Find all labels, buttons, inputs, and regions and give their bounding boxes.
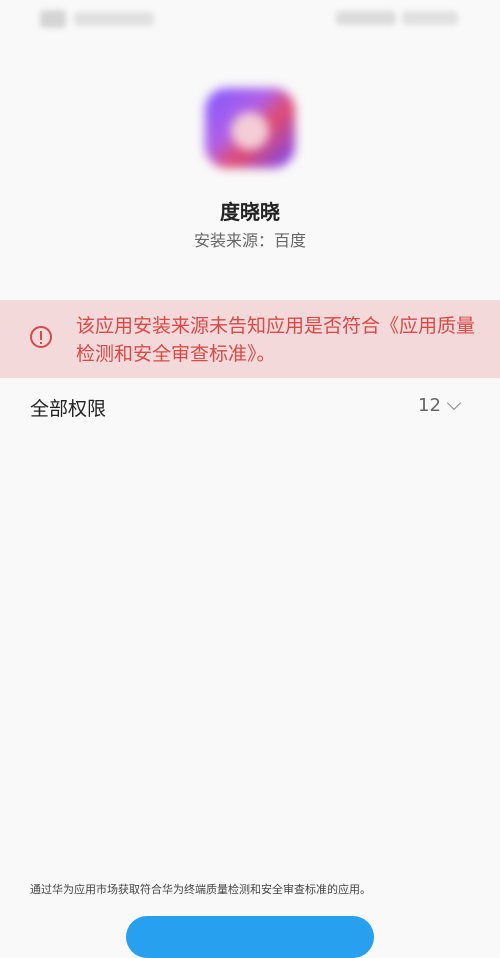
alert-circle-icon bbox=[30, 326, 52, 348]
footer-note: 通过华为应用市场获取符合华为终端质量检测和安全审查标准的应用。 bbox=[30, 883, 371, 896]
all-permissions-row[interactable]: 全部权限 12 bbox=[0, 390, 500, 424]
battery-icon bbox=[402, 11, 458, 25]
signal-icons bbox=[336, 11, 396, 25]
app-name: 度晓晓 bbox=[220, 200, 280, 224]
chevron-down-icon[interactable] bbox=[446, 395, 462, 411]
install-button[interactable] bbox=[126, 916, 374, 958]
status-bar bbox=[0, 0, 500, 40]
carrier-icon bbox=[40, 10, 66, 28]
app-icon bbox=[205, 88, 295, 168]
permissions-title: 全部权限 bbox=[30, 398, 107, 420]
permissions-count: 12 bbox=[418, 395, 441, 416]
warning-banner: 该应用安装来源未告知应用是否符合《应用质量检测和安全审查标准》。 bbox=[0, 300, 500, 378]
install-source: 安装来源：百度 bbox=[193, 231, 306, 250]
warning-text: 该应用安装来源未告知应用是否符合《应用质量检测和安全审查标准》。 bbox=[76, 315, 476, 365]
carrier-text-blurred bbox=[74, 12, 154, 26]
